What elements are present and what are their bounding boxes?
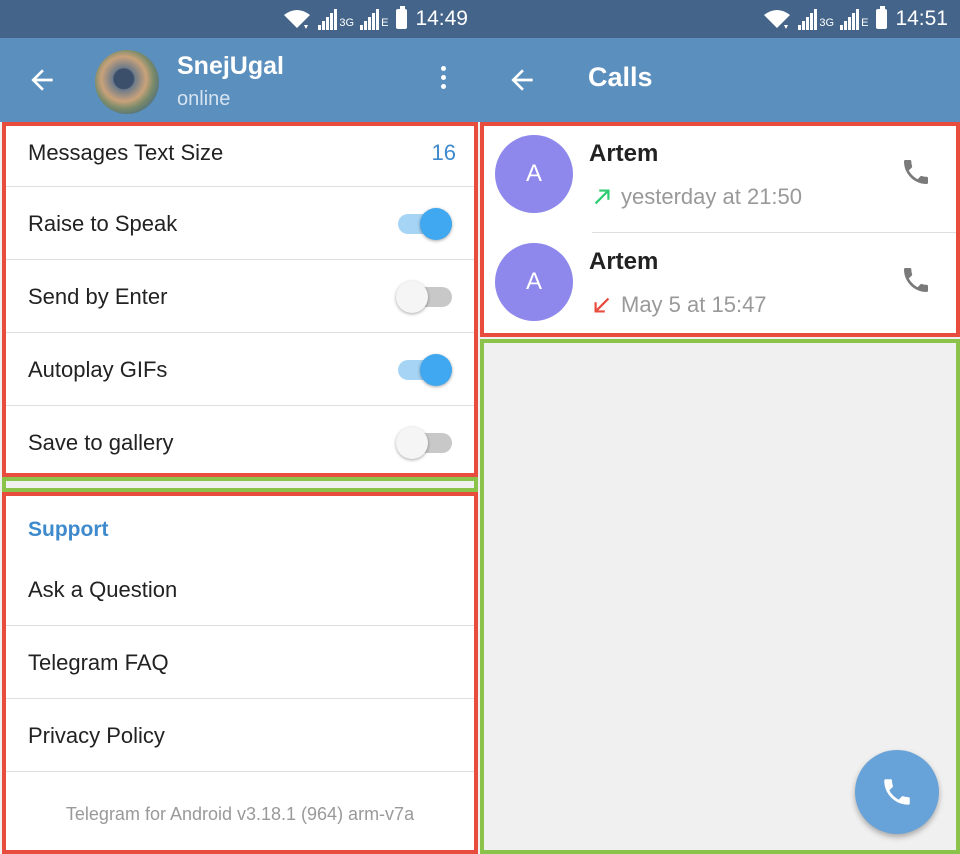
- chat-status: online: [177, 88, 231, 110]
- back-arrow-icon[interactable]: [506, 64, 538, 96]
- call-row[interactable]: A Artem May 5 at 15:47: [484, 234, 956, 333]
- battery-icon: [396, 6, 408, 29]
- signal-icon: [798, 8, 818, 30]
- status-time: 14:49: [415, 7, 468, 30]
- more-menu-icon[interactable]: [436, 66, 450, 96]
- autoplay-gifs-row[interactable]: Autoplay GIFs: [6, 333, 474, 406]
- telegram-faq-label: Telegram FAQ: [28, 650, 169, 675]
- calls-screen: 3G E 14:51 Calls A Artem yesterday at 21…: [480, 0, 960, 854]
- caller-name: Artem: [589, 248, 659, 275]
- save-to-gallery-row[interactable]: Save to gallery: [6, 406, 474, 473]
- signal-icon: [360, 8, 380, 30]
- calls-header: Calls: [480, 38, 960, 122]
- chat-settings-list: Messages Text Size 16 Raise to Speak Sen…: [2, 122, 478, 477]
- ask-question-row[interactable]: Ask a Question: [6, 553, 474, 626]
- divider: [592, 232, 956, 233]
- phone-icon: [884, 779, 910, 805]
- send-by-enter-label: Send by Enter: [28, 284, 168, 309]
- avatar[interactable]: A: [495, 135, 573, 213]
- outgoing-call-arrow-icon: [594, 189, 610, 205]
- network-type-label: E: [381, 17, 389, 29]
- status-bar: 3G E 14:49: [0, 0, 480, 38]
- send-by-enter-row[interactable]: Send by Enter: [6, 260, 474, 333]
- raise-to-speak-label: Raise to Speak: [28, 211, 178, 236]
- section-divider: [2, 477, 478, 492]
- call-row[interactable]: A Artem yesterday at 21:50: [484, 126, 956, 233]
- phone-icon[interactable]: [900, 264, 932, 296]
- support-section: Support Ask a Question Telegram FAQ Priv…: [2, 492, 478, 854]
- call-time: May 5 at 15:47: [621, 292, 767, 317]
- caller-name: Artem: [589, 140, 659, 167]
- save-to-gallery-label: Save to gallery: [28, 430, 174, 455]
- chat-header: SnejUgal online: [0, 38, 480, 122]
- send-by-enter-toggle[interactable]: [396, 277, 454, 317]
- privacy-policy-label: Privacy Policy: [28, 723, 165, 748]
- phone-icon[interactable]: [900, 156, 932, 188]
- network-type-label: 3G: [339, 17, 355, 29]
- back-arrow-icon[interactable]: [26, 64, 58, 96]
- autoplay-gifs-toggle[interactable]: [396, 350, 454, 390]
- status-bar: 3G E 14:51: [480, 0, 960, 38]
- wifi-icon: [284, 10, 311, 29]
- status-time: 14:51: [895, 7, 948, 30]
- network-type-label: 3G: [819, 17, 835, 29]
- autoplay-gifs-label: Autoplay GIFs: [28, 357, 168, 382]
- ask-question-label: Ask a Question: [28, 577, 178, 602]
- privacy-policy-row[interactable]: Privacy Policy: [6, 699, 474, 772]
- avatar[interactable]: [95, 50, 159, 114]
- text-size-value: 16: [431, 140, 456, 165]
- missed-call-arrow-icon: [594, 297, 610, 313]
- network-type-label: E: [861, 17, 869, 29]
- version-text: Telegram for Android v3.18.1 (964) arm-v…: [65, 804, 415, 824]
- chat-name: SnejUgal: [177, 52, 284, 80]
- signal-icon: [318, 8, 338, 30]
- call-time: yesterday at 21:50: [621, 184, 803, 209]
- battery-icon: [876, 6, 888, 29]
- save-to-gallery-toggle[interactable]: [396, 423, 454, 463]
- settings-screen: 3G E 14:49 SnejUgal online Messages Text…: [0, 0, 480, 854]
- raise-to-speak-toggle[interactable]: [396, 204, 454, 244]
- text-size-label: Messages Text Size: [28, 140, 224, 165]
- support-header: Support: [28, 518, 109, 541]
- raise-to-speak-row[interactable]: Raise to Speak: [6, 187, 474, 260]
- signal-icon: [840, 8, 860, 30]
- page-title: Calls: [588, 62, 653, 92]
- calls-list: A Artem yesterday at 21:50 A Artem May 5…: [480, 122, 960, 337]
- wifi-icon: [764, 10, 791, 29]
- telegram-faq-row[interactable]: Telegram FAQ: [6, 626, 474, 699]
- new-call-button[interactable]: [855, 750, 939, 834]
- text-size-row[interactable]: Messages Text Size 16: [6, 126, 474, 187]
- avatar[interactable]: A: [495, 243, 573, 321]
